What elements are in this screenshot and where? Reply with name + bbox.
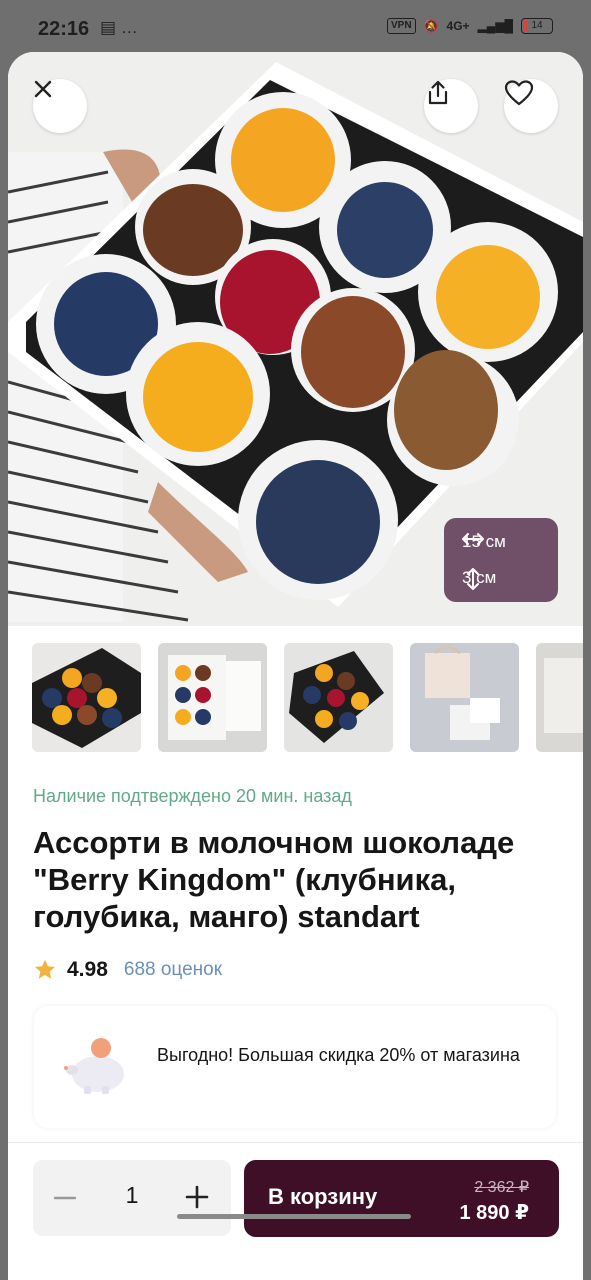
size-height-row: 3 см <box>462 568 496 590</box>
status-time: 22:16 <box>38 18 90 40</box>
star-icon <box>35 959 55 979</box>
status-extra: … <box>120 18 138 37</box>
product-main-image[interactable]: 15 см 3 см <box>8 52 583 626</box>
battery-icon: 14 <box>521 18 553 34</box>
thumbnail-3[interactable] <box>284 643 393 752</box>
promo-text: Выгодно! Большая скидка 20% от магазина <box>157 1045 520 1065</box>
close-icon <box>34 80 52 98</box>
status-right-icons: VPN 🔕 4G+ ▂▄▆█ 14 <box>387 18 553 34</box>
close-button[interactable] <box>33 79 87 133</box>
quantity-value: 1 <box>125 1182 139 1208</box>
product-title: Ассорти в молочном шоколаде "Berry Kingd… <box>33 825 515 934</box>
heart-icon <box>504 80 534 106</box>
product-sheet: 15 см 3 см Наличие подтверждено 20 мин. … <box>8 52 583 1280</box>
current-price: 1 890 ₽ <box>459 1202 529 1224</box>
home-indicator[interactable] <box>177 1214 411 1219</box>
rating-row[interactable]: 4.98 688 оценок <box>33 958 222 982</box>
status-notification-icons: ▤ … <box>100 18 138 37</box>
rating-count-link[interactable]: 688 оценок <box>124 959 222 981</box>
status-bar: 22:16 ▤ … VPN 🔕 4G+ ▂▄▆█ 14 <box>0 0 591 56</box>
quantity-stepper[interactable]: 1 <box>33 1160 231 1236</box>
thumbnail-2[interactable] <box>158 643 267 752</box>
old-price: 2 362 ₽ <box>474 1179 529 1196</box>
thumbnail-strip[interactable] <box>32 643 583 753</box>
battery-level: 14 <box>531 20 543 31</box>
discount-promo-card[interactable]: Выгодно! Большая скидка 20% от магазина <box>34 1006 556 1128</box>
favorite-button[interactable] <box>504 79 558 133</box>
add-to-cart-label: В корзину <box>268 1184 378 1209</box>
divider <box>8 1142 583 1143</box>
share-icon <box>428 80 448 105</box>
thumbnail-5[interactable] <box>536 643 583 752</box>
mute-icon: 🔕 <box>423 19 439 33</box>
size-badge: 15 см 3 см <box>444 518 558 602</box>
vpn-badge: VPN <box>387 18 416 34</box>
rating-value: 4.98 <box>67 958 108 981</box>
signal-icon: ▂▄▆█ <box>477 19 513 33</box>
size-width-row: 15 см <box>462 532 506 552</box>
horizontal-arrows-icon <box>462 533 484 545</box>
plus-icon[interactable] <box>183 1183 211 1211</box>
add-to-cart-button[interactable]: В корзину 2 362 ₽ 1 890 ₽ <box>244 1160 559 1237</box>
thumbnail-1[interactable] <box>32 643 141 752</box>
piggy-bank-icon <box>64 1038 124 1094</box>
vertical-arrows-icon <box>467 568 479 590</box>
network-type: 4G+ <box>446 19 470 33</box>
availability-status: Наличие подтверждено 20 мин. назад <box>33 786 352 806</box>
minus-icon[interactable] <box>51 1184 79 1212</box>
thumbnail-4[interactable] <box>410 643 519 752</box>
share-button[interactable] <box>424 79 478 133</box>
